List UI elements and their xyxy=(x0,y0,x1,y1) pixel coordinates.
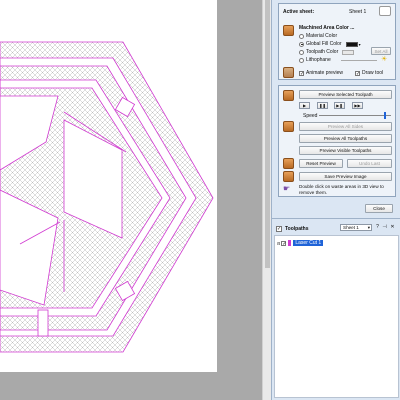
chevron-down-icon[interactable]: ▾ xyxy=(359,42,361,47)
3d-view[interactable] xyxy=(0,0,262,400)
skip-end-icon[interactable]: ▶▶ xyxy=(352,102,363,109)
tree-expander-icon[interactable]: ⊟ xyxy=(277,241,280,246)
radio-button[interactable] xyxy=(299,49,304,55)
preview-visible-toolpaths-button[interactable]: Preview Visible Toolpaths xyxy=(299,146,392,155)
active-sheet-value: Sheet 1 xyxy=(349,9,367,15)
section-divider xyxy=(272,218,400,219)
radio-button[interactable] xyxy=(299,33,304,39)
toolpaths-panel-icon[interactable]: ✓ xyxy=(276,226,282,232)
animate-icon xyxy=(283,67,294,78)
play-icon[interactable]: ▶ xyxy=(299,102,310,109)
vertical-scrollbar[interactable] xyxy=(262,0,271,400)
scrollbar-thumb[interactable] xyxy=(265,0,270,268)
toolpaths-panel: ✓ Toolpaths Sheet 1 ▾ ? ⊣ ✕ ⊟ ✓ Laser Cu… xyxy=(272,221,400,400)
reset-icon xyxy=(283,158,294,169)
toolpath-checkbox[interactable]: ✓ xyxy=(281,240,287,246)
set-all-button[interactable]: Set All xyxy=(371,47,391,55)
speed-label: Speed xyxy=(303,113,318,119)
sheet-select-value: Sheet 1 xyxy=(343,225,359,230)
hand-pointer-icon: ☛ xyxy=(283,184,291,193)
next-icon[interactable]: ▶❚ xyxy=(334,102,345,109)
reset-preview-button[interactable]: Reset Preview xyxy=(299,159,343,168)
pause-icon[interactable]: ❚❚ xyxy=(317,102,328,109)
toolpath-name[interactable]: Laser Cut 1 xyxy=(293,240,324,246)
speed-slider-thumb[interactable] xyxy=(384,112,387,119)
radio-material-color[interactable]: Material Color xyxy=(299,33,337,39)
save-preview-image-button[interactable]: Save Preview Image xyxy=(299,172,392,181)
sheet-manager-icon[interactable] xyxy=(379,6,391,16)
sheet-select[interactable]: Sheet 1 ▾ xyxy=(340,224,372,231)
preview-sides-icon xyxy=(283,121,294,132)
radio-button[interactable] xyxy=(299,57,304,63)
radio-lithophane[interactable]: Lithophane xyxy=(299,57,331,63)
checkbox-label: Animate preview xyxy=(306,70,343,76)
active-sheet-label: Active sheet: xyxy=(283,9,315,15)
checkbox[interactable]: ✓ xyxy=(355,70,360,76)
machined-color-icon xyxy=(283,25,294,36)
toolpath-color-icon xyxy=(288,240,292,246)
toolpaths-title: Toolpaths xyxy=(285,226,309,232)
help-icon[interactable]: ? xyxy=(374,224,381,231)
radio-toolpath-color[interactable]: Toolpath Color xyxy=(299,49,355,55)
preview-selected-icon xyxy=(283,90,294,101)
material-sheet xyxy=(0,0,217,372)
undo-last-button[interactable]: Undo Last xyxy=(347,159,392,168)
toolpath-color-swatch[interactable] xyxy=(342,49,355,55)
chevron-down-icon: ▾ xyxy=(367,224,370,230)
toolpath-list[interactable]: ⊟ ✓ Laser Cut 1 xyxy=(274,235,399,398)
sun-icon[interactable]: ☀ xyxy=(381,55,387,63)
machined-area-box: Active sheet: Sheet 1 Machined Area Colo… xyxy=(278,3,396,80)
fill-color-swatch[interactable] xyxy=(345,41,358,47)
hint-text: Double click on waste areas in 3D view t… xyxy=(299,184,384,195)
radio-label: Material Color xyxy=(306,33,338,39)
preview-panel: Active sheet: Sheet 1 Machined Area Colo… xyxy=(271,0,400,400)
preview-all-toolpaths-button[interactable]: Preview All Toolpaths xyxy=(299,134,392,143)
speed-slider[interactable] xyxy=(319,112,391,119)
toolpath-preview xyxy=(0,41,214,353)
preview-selected-button[interactable]: Preview Selected Toolpath xyxy=(299,90,392,99)
checkbox-label: Draw tool xyxy=(362,70,384,76)
radio-label: Lithophane xyxy=(306,57,331,63)
radio-global-fill-color[interactable]: Global Fill Color ▾ xyxy=(299,41,361,47)
lithophane-slider[interactable] xyxy=(341,60,377,61)
radio-label: Global Fill Color xyxy=(306,41,342,47)
radio-button[interactable] xyxy=(299,41,304,47)
machined-color-title: Machined Area Color ... xyxy=(299,25,355,31)
list-item[interactable]: ⊟ ✓ Laser Cut 1 xyxy=(277,240,324,246)
pin-icon[interactable]: ⊣ xyxy=(381,224,388,231)
close-button[interactable]: Close xyxy=(365,204,393,213)
camera-icon xyxy=(283,171,294,182)
panel-close-icon[interactable]: ✕ xyxy=(389,224,396,231)
preview-actions-box: Preview Selected Toolpath ▶ ❚❚ ▶❚ ▶▶ Spe… xyxy=(278,85,396,197)
checkbox[interactable]: ✓ xyxy=(299,70,304,76)
draw-tool-checkbox[interactable]: ✓ Draw tool xyxy=(355,70,383,76)
preview-all-sides-button[interactable]: Preview All Sides xyxy=(299,122,392,131)
radio-label: Toolpath Color xyxy=(306,49,339,55)
animate-preview-checkbox[interactable]: ✓ Animate preview xyxy=(299,70,343,76)
